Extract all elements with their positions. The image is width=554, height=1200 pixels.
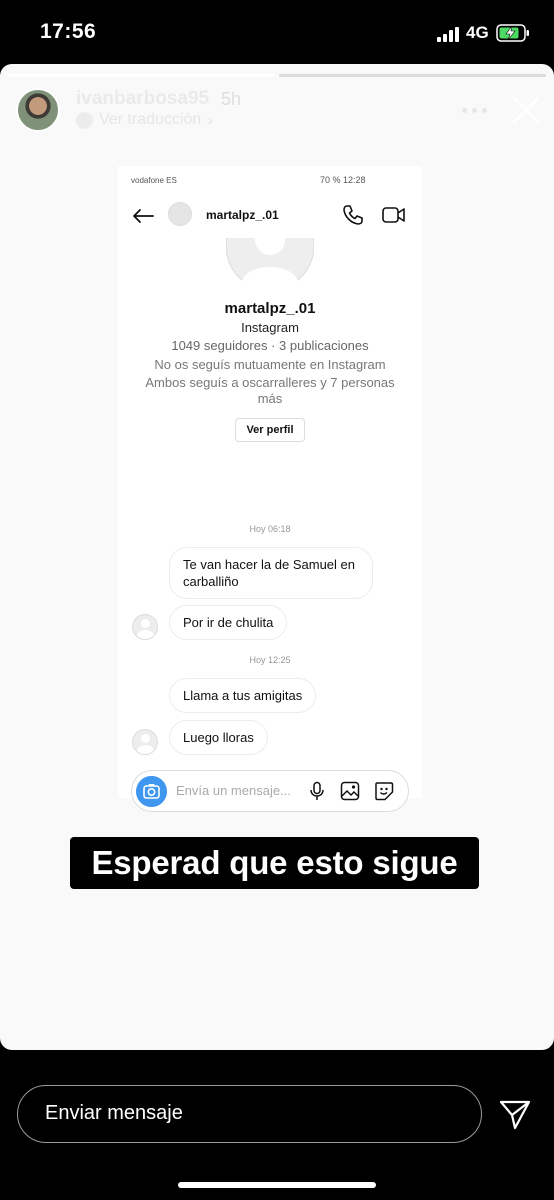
phone-icon bbox=[343, 205, 363, 225]
message-bubble: Te van hacer la de Samuel en carballiño bbox=[169, 547, 373, 599]
back-arrow-icon bbox=[133, 209, 154, 223]
chevron-right-icon: › bbox=[207, 110, 213, 129]
send-message-input[interactable]: Enviar mensaje bbox=[17, 1085, 482, 1143]
profile-name: martalpz_.01 bbox=[224, 300, 316, 317]
story-progress-2 bbox=[279, 74, 546, 77]
profile-stats: 1049 seguidores · 3 publicaciones bbox=[171, 338, 369, 353]
android-status-bar: vodafone ES 70 % 12:28 bbox=[118, 166, 422, 192]
dm-composer: Envía un mensaje... bbox=[131, 770, 409, 812]
android-status-right: 70 % 12:28 bbox=[320, 175, 366, 185]
ios-status-bar: 17:56 4G bbox=[0, 0, 554, 66]
story-time-ago: 5h bbox=[221, 89, 242, 109]
sender-avatar bbox=[132, 729, 158, 755]
profile-subtitle: Instagram bbox=[241, 320, 299, 335]
composer-placeholder: Envía un mensaje... bbox=[176, 783, 291, 798]
story-progress-1 bbox=[8, 74, 275, 77]
microphone-icon bbox=[310, 781, 324, 800]
message-bubble: Luego lloras bbox=[169, 720, 268, 755]
network-label: 4G bbox=[466, 23, 489, 42]
more-options-icon[interactable] bbox=[462, 108, 488, 114]
profile-mutual: No os seguís mutuamente en Instagram bbox=[154, 357, 386, 372]
dm-header: martalpz_.01 bbox=[118, 196, 422, 236]
signal-icon bbox=[437, 26, 459, 42]
close-icon[interactable] bbox=[510, 94, 542, 126]
translate-link[interactable]: Ver traducción › bbox=[76, 110, 213, 130]
profile-avatar bbox=[226, 238, 314, 290]
status-time: 17:56 bbox=[40, 20, 97, 43]
dm-header-avatar bbox=[168, 202, 192, 226]
story-card[interactable]: ivanbarbosa95 5h Ver traducción › vodafo… bbox=[0, 64, 554, 1050]
dm-header-handle: martalpz_.01 bbox=[206, 208, 279, 222]
camera-icon bbox=[136, 776, 167, 807]
sticker-icon bbox=[375, 782, 394, 801]
carrier-label: vodafone ES bbox=[131, 176, 177, 185]
translate-label: Ver traducción bbox=[99, 111, 202, 128]
send-icon[interactable] bbox=[498, 1098, 532, 1132]
story-caption: Esperad que esto sigue bbox=[70, 837, 479, 889]
message-timestamp: Hoy 12:25 bbox=[249, 655, 291, 665]
translate-icon bbox=[76, 111, 93, 129]
gallery-icon bbox=[340, 781, 360, 801]
view-profile-button: Ver perfil bbox=[235, 418, 305, 442]
home-indicator bbox=[178, 1182, 376, 1188]
dm-screenshot: vodafone ES 70 % 12:28 martalpz_.01 mart… bbox=[118, 166, 422, 854]
sender-avatar bbox=[132, 614, 158, 640]
profile-followed-by: Ambos seguís a oscarralleres y 7 persona… bbox=[145, 375, 395, 406]
video-call-icon bbox=[382, 207, 405, 223]
battery-charging-icon bbox=[496, 24, 529, 42]
message-bubble: Por ir de chulita bbox=[169, 605, 288, 640]
message-timestamp: Hoy 06:18 bbox=[249, 524, 291, 534]
message-bubble: Llama a tus amigitas bbox=[169, 678, 317, 713]
story-author-username[interactable]: ivanbarbosa95 bbox=[76, 88, 209, 110]
story-author-avatar[interactable] bbox=[16, 88, 60, 132]
